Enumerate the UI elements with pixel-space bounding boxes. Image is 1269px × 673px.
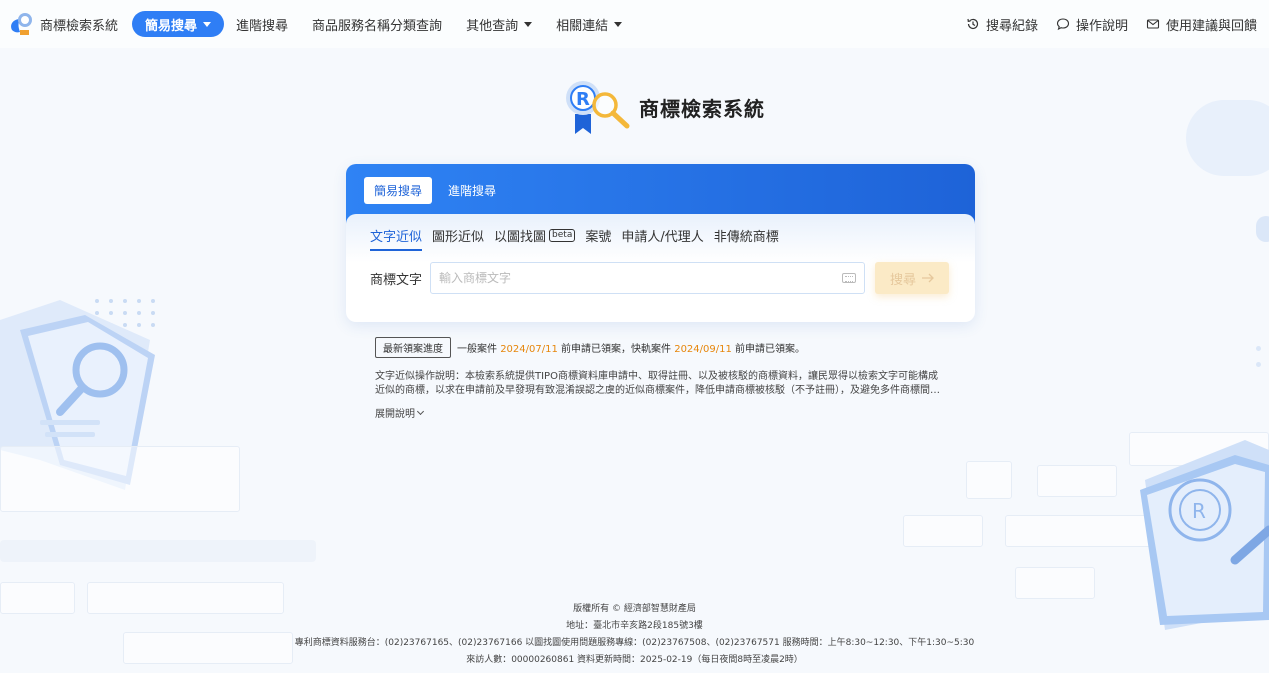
history-icon: [967, 18, 979, 30]
subtab-text-similarity[interactable]: 文字近似: [370, 226, 423, 251]
nav-simple-search-label: 簡易搜尋: [145, 18, 198, 34]
search-body: 文字近似 圖形近似 以圖找圖 beta 案號 申請人/代理人 非傳統商標 商標文…: [346, 214, 975, 322]
trademark-text-input[interactable]: [439, 271, 842, 285]
search-box: [430, 262, 865, 294]
caret-down-icon: [524, 21, 533, 27]
progress-text: 一般案件 2024/07/11 前申請已領案，快軌案件 2024/09/11 前…: [457, 340, 805, 355]
progress-text-1: 一般案件: [457, 344, 497, 355]
nav-goods-services-lookup[interactable]: 商品服務名稱分類查詢: [300, 11, 454, 37]
nav-simple-search[interactable]: 簡易搜尋: [132, 11, 225, 37]
progress-text-3: 前申請已領案。: [735, 344, 806, 355]
search-panel: 簡易搜尋 進階搜尋 文字近似 圖形近似 以圖找圖 beta 案號 申請人/代理人…: [346, 164, 975, 322]
chat-icon: [1056, 18, 1070, 31]
svg-text:R: R: [1192, 499, 1206, 523]
chevron-down-icon: [416, 407, 425, 415]
brand[interactable]: 商標檢索系統: [6, 10, 118, 38]
search-type-tabs: 文字近似 圖形近似 以圖找圖 beta 案號 申請人/代理人 非傳統商標: [370, 226, 951, 251]
keyboard-icon[interactable]: [842, 273, 856, 283]
nav-related-links[interactable]: 相關連結: [544, 11, 634, 37]
dot-grid: [95, 299, 157, 327]
subtab-label: 申請人/代理人: [621, 229, 704, 245]
nav-other-queries-label: 其他查詢: [466, 18, 519, 34]
case-progress: 最新領案進度 一般案件 2024/07/11 前申請已領案，快軌案件 2024/…: [375, 337, 805, 358]
progress-date-2: 2024/09/11: [674, 344, 732, 355]
tab-simple-search[interactable]: 簡易搜尋: [364, 177, 433, 204]
expand-label: 展開說明: [375, 409, 415, 420]
svg-text:R: R: [576, 89, 590, 110]
feedback-link[interactable]: 使用建議與回饋: [1146, 15, 1257, 34]
tab-advanced-search[interactable]: 進階搜尋: [438, 177, 506, 204]
subtab-search-by-image[interactable]: 以圖找圖 beta: [494, 226, 576, 249]
top-navigation: 商標檢索系統 簡易搜尋 進階搜尋 商品服務名稱分類查詢 其他查詢 相關連結 搜尋…: [0, 0, 1269, 48]
footer-copyright: 版權所有 © 經濟部智慧財產局: [573, 604, 696, 614]
footer-service-info: 專利商標資料服務台：(02)23767165、(02)23767166 以圖找圖…: [294, 638, 975, 648]
search-history-label: 搜尋紀錄: [985, 18, 1038, 34]
expand-description-button[interactable]: 展開說明: [375, 405, 425, 420]
footer-address: 地址：臺北市辛亥路2段185號3樓: [566, 621, 703, 631]
trademark-magnifier-logo-icon: R: [566, 81, 630, 134]
subtab-applicant-agent[interactable]: 申請人/代理人: [621, 226, 703, 249]
caret-down-icon: [203, 21, 212, 27]
subtab-case-number[interactable]: 案號: [585, 226, 611, 249]
subtab-nontraditional-trademark[interactable]: 非傳統商標: [714, 226, 779, 249]
search-button-label: 搜尋: [889, 272, 916, 288]
subtab-label: 以圖找圖: [494, 229, 547, 245]
progress-text-2: 前申請已領案，快軌案件: [561, 344, 672, 355]
subtab-label: 非傳統商標: [713, 229, 779, 245]
feedback-label: 使用建議與回饋: [1165, 18, 1257, 34]
subtab-label: 案號: [585, 229, 612, 245]
subtab-image-similarity[interactable]: 圖形近似: [432, 226, 484, 249]
hero-title: 商標檢索系統: [639, 96, 765, 121]
nav-advanced-search-label: 進階搜尋: [236, 18, 289, 34]
mail-icon: [1146, 19, 1160, 29]
nav-goods-services-label: 商品服務名稱分類查詢: [312, 18, 443, 34]
subtab-label: 文字近似: [370, 229, 423, 245]
progress-date-1: 2024/07/11: [500, 344, 558, 355]
footer: 版權所有 © 經濟部智慧財產局 地址：臺北市辛亥路2段185號3樓 專利商標資料…: [0, 601, 1269, 669]
nav-advanced-search[interactable]: 進階搜尋: [224, 11, 300, 37]
operation-description: 文字近似操作說明：本檢索系統提供TIPO商標資料庫申請中、取得註冊、以及被核駁的…: [375, 370, 945, 398]
footer-visitor-count: 來訪人數：00000260861 資料更新時間：2025-02-19（每日夜間8…: [466, 655, 803, 665]
help-link[interactable]: 操作說明: [1056, 15, 1128, 34]
subtab-label: 圖形近似: [432, 229, 485, 245]
search-row: 商標文字 搜尋: [370, 262, 951, 294]
nav-utilities: 搜尋紀錄 操作說明 使用建議與回饋: [966, 15, 1263, 34]
brand-name: 商標檢索系統: [40, 18, 119, 34]
search-history-link[interactable]: 搜尋紀錄: [966, 15, 1038, 34]
nav-other-queries[interactable]: 其他查詢: [454, 11, 544, 37]
search-button[interactable]: 搜尋: [875, 262, 949, 294]
help-label: 操作說明: [1075, 18, 1128, 34]
brand-logo-icon: [11, 13, 32, 35]
book-magnifier-illustration: [0, 300, 155, 490]
caret-down-icon: [614, 21, 623, 27]
arrow-right-icon: [922, 273, 934, 283]
nav-related-links-label: 相關連結: [556, 18, 609, 34]
hero-logo: R 商標檢索系統: [565, 78, 765, 136]
search-field-label: 商標文字: [370, 272, 423, 288]
description-text: 文字近似操作說明：本檢索系統提供TIPO商標資料庫申請中、取得註冊、以及被核駁的…: [375, 371, 940, 396]
latest-progress-tag[interactable]: 最新領案進度: [375, 337, 451, 358]
beta-badge: beta: [549, 228, 576, 242]
